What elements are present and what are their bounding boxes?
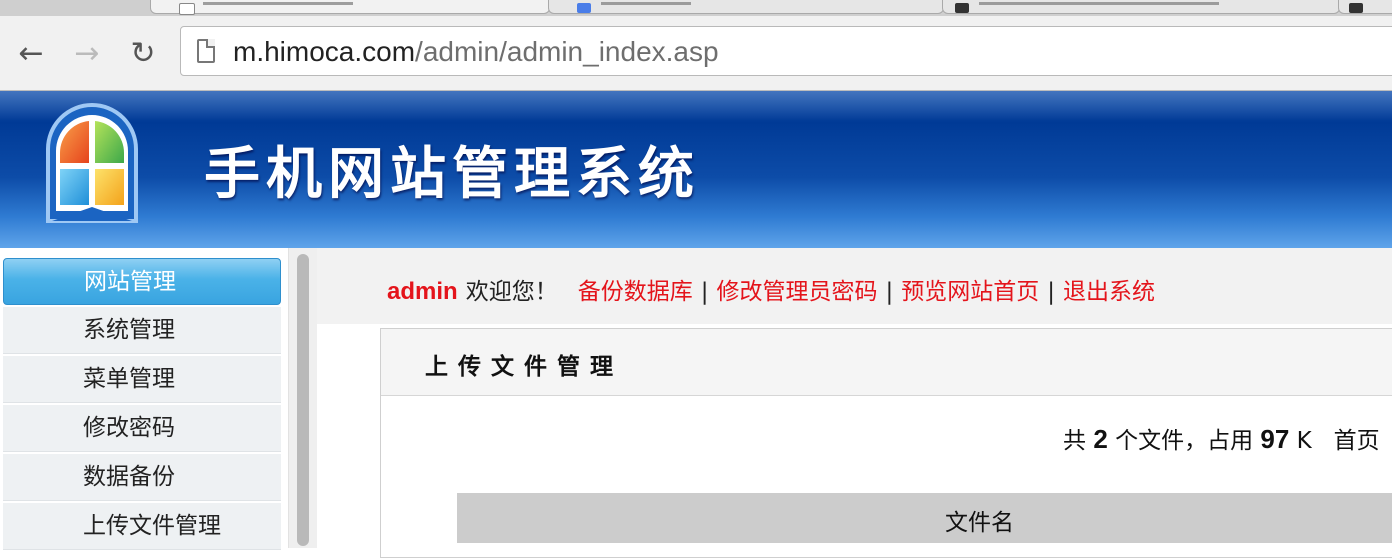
stats-mid: 个文件，占用 [1115,428,1254,454]
url-host: m.himoca.com [233,36,416,67]
panel-title: 上传文件管理 [425,354,623,380]
url-text[interactable]: m.himoca.com/admin/admin_index.asp [233,36,719,68]
tab-title-placeholder [203,2,353,5]
browser-tab-strip [0,0,1392,16]
admin-username: admin [387,278,458,305]
tab-site-icon [1349,3,1363,13]
link-separator: | [700,279,709,305]
forward-arrow-icon[interactable]: → [70,36,104,71]
file-stats: 共 2 个文件，占用 97 K 首页 [1063,421,1380,455]
window-logo-icon [46,103,138,223]
size-unit: K [1296,428,1312,454]
link-separator: | [1047,279,1055,305]
tab-google-icon [577,3,591,13]
upload-files-panel: 上传文件管理 共 2 个文件，占用 97 K 首页 文件名 [380,328,1392,558]
greeting-text: 欢迎您！ [465,279,558,305]
back-arrow-icon[interactable]: ← [14,36,48,71]
browser-tab-fourth[interactable] [1338,0,1392,14]
site-banner: 手机网站管理系统 [0,91,1392,248]
file-count: 2 [1093,424,1108,454]
column-filename: 文件名 [945,510,1014,536]
reload-icon[interactable]: ↻ [126,36,160,71]
tab-page-icon [179,3,195,15]
sidebar-item-upload-files[interactable]: 上传文件管理 [3,503,281,550]
sidebar-item-site-management[interactable]: 网站管理 [3,258,281,305]
welcome-bar: admin 欢迎您！ 备份数据库 | 修改管理员密码 | 预览网站首页 | 退出系统 [387,272,1155,306]
banner-shine [0,91,1392,121]
link-separator: | [885,279,894,305]
browser-tab-google[interactable] [548,0,944,14]
browser-toolbar: ← → ↻ m.himoca.com/admin/admin_index.asp [0,16,1392,91]
sidebar-item-menu-management[interactable]: 菜单管理 [3,356,281,403]
tab-site-icon [955,3,969,13]
sidebar-item-system-management[interactable]: 系统管理 [3,307,281,354]
address-bar[interactable]: m.himoca.com/admin/admin_index.asp [180,26,1392,76]
files-table-header: 文件名 [457,493,1392,543]
preview-homepage-link[interactable]: 预览网站首页 [901,279,1039,305]
panel-header: 上传文件管理 [381,329,1392,396]
browser-tab-third[interactable] [942,0,1340,14]
tab-title-placeholder [601,2,691,5]
backup-database-link[interactable]: 备份数据库 [578,279,693,305]
sidebar-item-data-backup[interactable]: 数据备份 [3,454,281,501]
sidebar-scrollbar[interactable] [288,248,317,548]
sidebar-menu: 网站管理 系统管理 菜单管理 修改密码 数据备份 上传文件管理 [0,248,288,550]
first-page-link[interactable]: 首页 [1334,428,1380,454]
tab-title-placeholder [979,2,1219,5]
change-admin-password-link[interactable]: 修改管理员密码 [716,279,877,305]
url-path: /admin/admin_index.asp [415,36,719,67]
content-area: 上传文件管理 共 2 个文件，占用 97 K 首页 文件名 [317,324,1392,558]
browser-tab-admin[interactable] [150,0,550,15]
total-size: 97 [1260,424,1290,454]
sidebar-item-change-password[interactable]: 修改密码 [3,405,281,452]
sidebar-scrollbar-thumb[interactable] [297,254,309,546]
page-icon [197,39,215,63]
stats-prefix: 共 [1063,428,1086,454]
banner-title: 手机网站管理系统 [204,142,700,207]
logout-link[interactable]: 退出系统 [1063,279,1155,305]
main-area: admin 欢迎您！ 备份数据库 | 修改管理员密码 | 预览网站首页 | 退出系统 上传文件管… [317,248,1392,558]
